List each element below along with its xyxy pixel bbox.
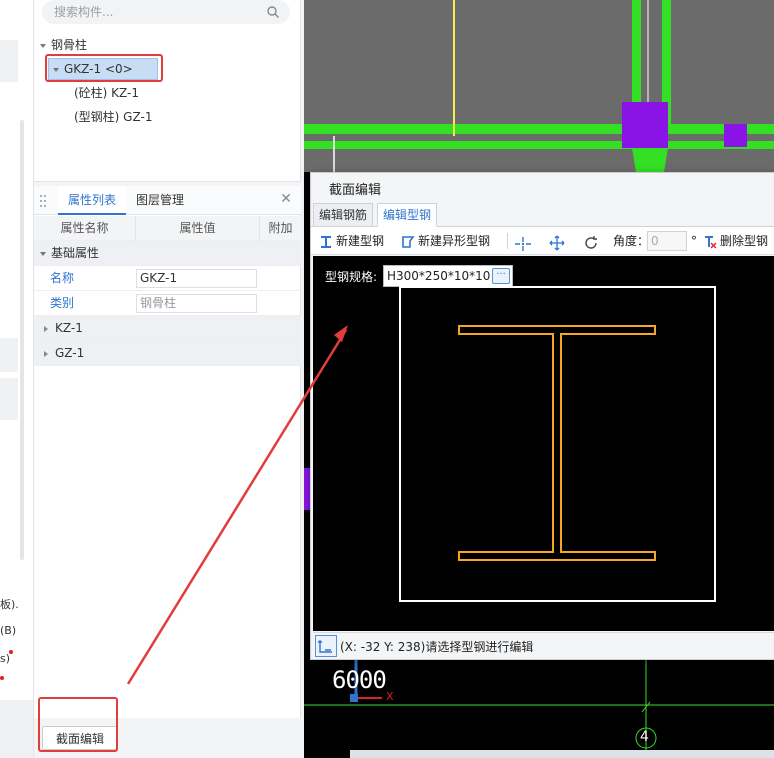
left-strip-text: 板). xyxy=(0,598,19,611)
property-name: 类别 xyxy=(50,296,75,310)
chevron-down-icon[interactable] xyxy=(40,43,46,48)
angle-label: 角度： xyxy=(613,234,650,248)
dialog-toolbar: 新建型钢 新建异形型钢 角度： ° 删除型钢 xyxy=(311,227,774,255)
special-shape-icon xyxy=(402,235,415,248)
chevron-down-icon[interactable] xyxy=(40,251,46,256)
red-dot-icon xyxy=(0,676,4,680)
left-strip-scrollbar[interactable] xyxy=(20,120,24,560)
dialog-tab-bar: 编辑钢筋 编辑型钢 xyxy=(311,203,774,227)
tab-edit-rebar[interactable]: 编辑钢筋 xyxy=(313,203,374,227)
group-row-kz-1[interactable]: KZ-1 xyxy=(34,316,301,341)
group-basic-label: 基础属性 xyxy=(51,246,100,260)
chevron-right-icon[interactable] xyxy=(44,325,48,332)
column-header-value: 属性值 xyxy=(136,216,260,241)
section-drawing xyxy=(399,286,716,602)
tree-item-kz-1[interactable]: (砼柱) KZ-1 xyxy=(74,83,139,103)
toolbar-divider xyxy=(507,233,508,249)
new-special-steel-button[interactable]: 新建异形型钢 xyxy=(401,231,490,251)
coordinate-toggle-button[interactable] xyxy=(315,635,337,657)
property-value-category[interactable]: 钢骨柱 xyxy=(136,294,257,313)
section-edit-dialog: 截面编辑 编辑钢筋 编辑型钢 新建型钢 新建异形型钢 角度： ° 删除型钢 型钢… xyxy=(310,172,774,660)
search-icon[interactable] xyxy=(266,5,280,19)
delete-steel-label: 删除型钢 xyxy=(720,234,769,248)
section-boundary xyxy=(399,286,716,602)
tree-root-item[interactable]: 钢骨柱 xyxy=(40,35,87,55)
crosshair-icon[interactable] xyxy=(515,234,531,254)
column-header-extra: 附加 xyxy=(268,221,293,235)
left-strip-text: (B) xyxy=(0,624,17,637)
canvas-dimension-text: 6000 xyxy=(332,666,387,694)
new-steel-label: 新建型钢 xyxy=(336,234,385,248)
table-header: 属性名称 属性值 附加 xyxy=(34,216,301,241)
tab-edit-steel[interactable]: 编辑型钢 xyxy=(377,203,438,227)
axis-label: 4 xyxy=(640,729,649,745)
new-special-steel-label: 新建异形型钢 xyxy=(418,234,491,248)
property-name: 名称 xyxy=(50,271,75,285)
group-label: KZ-1 xyxy=(44,316,83,341)
properties-panel: 属性列表 图层管理 ✕ 属性名称 属性值 附加 基础属性 名称 GKZ-1 类别… xyxy=(34,186,301,718)
degree-sign: ° xyxy=(691,234,697,248)
group-kz-label: KZ-1 xyxy=(55,321,83,335)
highlight-box xyxy=(45,54,163,82)
dialog-title: 截面编辑 xyxy=(329,183,382,198)
left-strip-text: s) xyxy=(0,652,11,665)
properties-table: 属性名称 属性值 附加 基础属性 名称 GKZ-1 类别 钢骨柱 KZ-1 GZ… xyxy=(34,216,301,366)
h-steel-shape[interactable] xyxy=(458,325,656,561)
highlight-box xyxy=(38,697,118,752)
search-input[interactable] xyxy=(54,3,254,21)
delete-steel-button[interactable]: 删除型钢 xyxy=(703,231,768,251)
angle-input[interactable] xyxy=(647,231,687,251)
status-text: (X: -32 Y: 238)请选择型钢进行编辑 xyxy=(340,640,534,654)
left-panel-strip: 板). (B) s) xyxy=(0,0,34,758)
table-row: 类别 钢骨柱 xyxy=(34,291,301,316)
group-row-basic[interactable]: 基础属性 xyxy=(34,241,301,266)
left-strip-block xyxy=(0,378,18,420)
left-strip-block xyxy=(0,700,33,758)
search-box xyxy=(42,0,290,24)
x-axis-letter: X xyxy=(386,690,394,703)
left-strip-block xyxy=(0,40,18,82)
move-icon[interactable] xyxy=(549,233,565,253)
group-label: GZ-1 xyxy=(44,341,84,366)
tab-property-list[interactable]: 属性列表 xyxy=(58,186,127,215)
steel-section-icon xyxy=(321,235,331,248)
section-drawing-area[interactable]: 型钢规格: H300*250*10*10 ··· xyxy=(313,256,774,631)
tree-item-gz-1[interactable]: (型钢柱) GZ-1 xyxy=(74,107,152,127)
new-steel-button[interactable]: 新建型钢 xyxy=(319,231,384,251)
group-row-gz-1[interactable]: GZ-1 xyxy=(34,341,301,366)
left-strip-block xyxy=(0,338,18,372)
property-value-name[interactable]: GKZ-1 xyxy=(136,269,257,288)
component-tree-panel: 钢骨柱 GKZ-1 <0> (砼柱) KZ-1 (型钢柱) GZ-1 xyxy=(34,0,301,182)
group-gz-label: GZ-1 xyxy=(55,346,85,360)
delete-steel-icon xyxy=(705,235,717,248)
close-icon[interactable]: ✕ xyxy=(279,192,293,206)
table-row: 名称 GKZ-1 xyxy=(34,266,301,291)
properties-tab-bar: 属性列表 图层管理 ✕ xyxy=(34,186,301,215)
tab-layer-management[interactable]: 图层管理 xyxy=(126,186,194,215)
coordinate-icon xyxy=(318,640,332,653)
column-header-name: 属性名称 xyxy=(34,216,136,241)
group-label: 基础属性 xyxy=(40,241,99,266)
tree-root-label: 钢骨柱 xyxy=(51,38,88,52)
chevron-right-icon[interactable] xyxy=(44,350,48,357)
drag-handle-icon[interactable] xyxy=(38,194,48,208)
rotate-icon[interactable] xyxy=(583,233,599,253)
dialog-status-bar: (X: -32 Y: 238)请选择型钢进行编辑 xyxy=(313,632,774,658)
